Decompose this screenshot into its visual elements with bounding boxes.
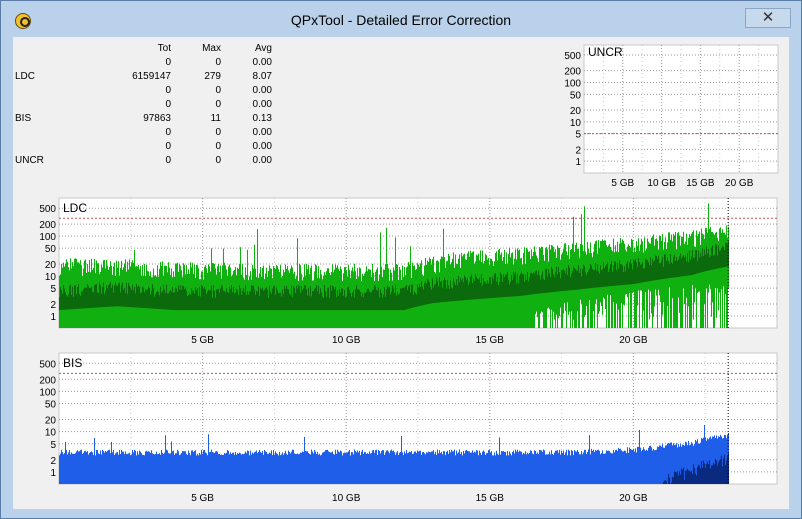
y-tick-label: 5	[50, 284, 56, 295]
y-tick-label: 1	[575, 157, 581, 168]
y-tick-label: 20	[45, 416, 57, 427]
y-tick-label: 2	[50, 300, 56, 311]
table-row: LDC 6159147 279 8.07	[15, 69, 272, 83]
row-avg: 0.00	[252, 56, 272, 68]
y-tick-label: 20	[570, 106, 582, 117]
row-avg: 8.07	[252, 70, 272, 82]
row-tot: 0	[165, 98, 171, 110]
close-button[interactable]: ✕	[745, 8, 791, 28]
y-tick-label: 1	[50, 468, 56, 479]
row-avg: 0.00	[252, 140, 272, 152]
stats-table: Tot Max Avg 0 0 0.00 LDC 6159147 279 8.07 000…	[15, 41, 272, 167]
x-tick-label: 5 GB	[191, 335, 214, 346]
row-avg: 0.00	[252, 84, 272, 96]
stats-header-row: Tot Max Avg	[15, 41, 272, 55]
x-tick-label: 15 GB	[476, 335, 505, 346]
x-tick-label: 15 GB	[686, 178, 715, 189]
x-tick-label: 10 GB	[332, 335, 361, 346]
y-tick-label: 50	[570, 90, 582, 101]
row-avg: 0.00	[252, 126, 272, 138]
table-row: 0 0 0.00	[15, 83, 272, 97]
chart-title: LDC	[63, 201, 87, 215]
row-max: 0	[215, 154, 221, 166]
table-row: 0 0 0.00	[15, 139, 272, 153]
row-tot: 0	[165, 126, 171, 138]
y-tick-label: 10	[45, 272, 57, 283]
y-tick-label: 10	[45, 428, 57, 439]
y-tick-label: 2	[575, 145, 581, 156]
y-tick-label: 10	[570, 118, 582, 129]
table-row: 0 0 0.00	[15, 55, 272, 69]
x-tick-label: 20 GB	[619, 335, 648, 346]
y-tick-label: 2	[50, 456, 56, 467]
row-max: 0	[215, 56, 221, 68]
row-tot: 0	[165, 140, 171, 152]
row-max: 0	[215, 140, 221, 152]
y-tick-label: 500	[39, 359, 56, 370]
y-tick-label: 5	[50, 440, 56, 451]
row-avg: 0.00	[252, 98, 272, 110]
row-max: 0	[215, 126, 221, 138]
x-tick-label: 10 GB	[332, 493, 361, 504]
window-title: QPxTool - Detailed Error Correction	[290, 12, 512, 28]
y-tick-label: 100	[564, 79, 581, 90]
y-tick-label: 5	[575, 130, 581, 141]
y-tick-label: 1	[50, 312, 56, 323]
y-tick-label: 20	[45, 260, 57, 271]
row-avg: 0.13	[252, 112, 272, 124]
row-tot: 0	[165, 56, 171, 68]
table-row: 0 0 0.00	[15, 97, 272, 111]
row-tot: 0	[165, 154, 171, 166]
row-label: BIS	[15, 112, 32, 124]
x-tick-label: 15 GB	[476, 493, 505, 504]
row-label	[15, 139, 77, 153]
y-tick-label: 200	[39, 220, 56, 231]
ldc-chart: 5002001005020105215 GB 10 GB 15 GB 20 GBLDC	[39, 197, 778, 346]
row-tot: 0	[165, 84, 171, 96]
table-row: BIS 97863 11 0.13	[15, 111, 272, 125]
row-label	[15, 83, 77, 97]
row-label: LDC	[15, 70, 36, 82]
row-label	[15, 97, 77, 111]
stats-header-tot: Tot	[157, 42, 171, 54]
row-max: 0	[215, 98, 221, 110]
stats-header-label	[15, 41, 77, 55]
y-tick-label: 100	[39, 387, 56, 398]
stats-header-avg: Avg	[254, 42, 272, 54]
y-tick-label: 50	[45, 244, 57, 255]
chart-title: UNCR	[588, 45, 623, 59]
bis-chart: 5002001005020105215 GB 10 GB 15 GB 20 GBBIS	[39, 352, 778, 504]
y-tick-label: 200	[39, 375, 56, 386]
row-max: 279	[204, 70, 221, 82]
row-label	[15, 55, 77, 69]
stats-header-max: Max	[202, 42, 221, 54]
x-tick-label: 5 GB	[191, 493, 214, 504]
qpxtool-window: QPxTool - Detailed Error Correction ✕ To…	[0, 0, 802, 519]
row-tot: 97863	[143, 112, 171, 124]
y-tick-label: 100	[39, 232, 56, 243]
client-area: Tot Max Avg 0 0 0.00 LDC 6159147 279 8.07 000…	[13, 37, 789, 509]
row-max: 11	[210, 112, 221, 124]
y-tick-label: 50	[45, 400, 57, 411]
row-tot: 6159147	[132, 70, 171, 82]
table-row: 0 0 0.00	[15, 125, 272, 139]
row-label	[15, 125, 77, 139]
uncr-chart: 5002001005020105215 GB 10 GB 15 GB 20 GBUNC…	[564, 44, 779, 189]
row-max: 0	[215, 84, 221, 96]
table-row: UNCR 0 0 0.00	[15, 153, 272, 167]
x-tick-label: 10 GB	[647, 178, 676, 189]
y-tick-label: 200	[564, 67, 581, 78]
title-bar[interactable]: QPxTool - Detailed Error Correction ✕	[1, 1, 801, 39]
row-avg: 0.00	[252, 154, 272, 166]
y-tick-label: 500	[564, 51, 581, 62]
x-tick-label: 5 GB	[611, 178, 634, 189]
y-tick-label: 500	[39, 204, 56, 215]
row-label: UNCR	[15, 154, 44, 166]
x-tick-label: 20 GB	[725, 178, 754, 189]
chart-title: BIS	[63, 356, 82, 370]
x-tick-label: 20 GB	[619, 493, 648, 504]
